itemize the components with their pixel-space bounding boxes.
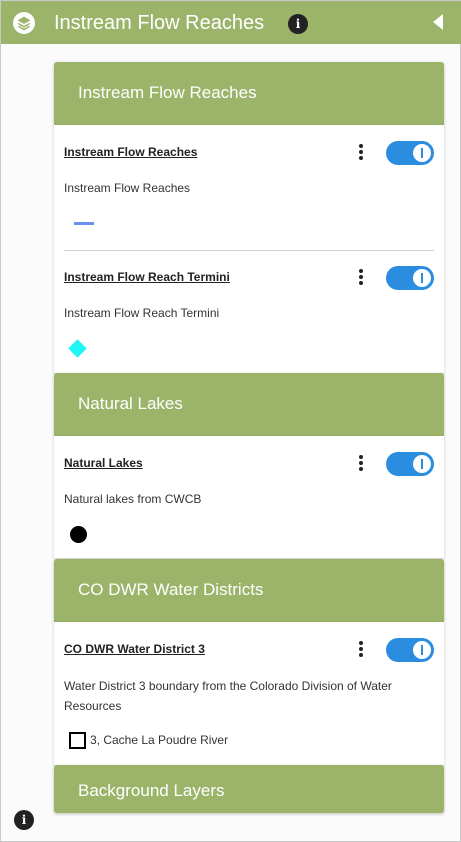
layer-title[interactable]: Natural Lakes [64,456,143,470]
layer-toggle[interactable] [386,638,434,662]
layer-description: Natural lakes from CWCB [64,492,202,506]
section-body-instream-flow-reaches: Instream Flow Reaches Instream Flow Reac… [54,125,444,373]
section-header-instream-flow-reaches[interactable]: Instream Flow Reaches [54,62,444,125]
diamond-legend-icon [68,339,87,358]
section-header-co-dwr-water-districts[interactable]: CO DWR Water Districts [54,559,444,622]
dot-legend-icon [70,526,87,543]
layer-description: Instream Flow Reach Termini [64,306,220,320]
more-options-icon[interactable] [356,455,366,473]
more-options-icon[interactable] [356,641,366,659]
layer-title[interactable]: Instream Flow Reaches [64,145,197,159]
collapse-icon[interactable] [433,14,443,30]
section-header-background-layers[interactable]: Background Layers [54,765,444,813]
section-header-natural-lakes[interactable]: Natural Lakes [54,373,444,436]
legend-label: 3, Cache La Poudre River [90,733,229,747]
panel-title: Instream Flow Reaches [54,12,265,34]
section-title: Background Layers [78,781,225,800]
layers-icon[interactable] [13,12,35,34]
info-icon[interactable]: i [288,14,308,34]
layer-toggle[interactable] [386,452,434,476]
square-legend-icon [69,732,86,749]
section-title: CO DWR Water Districts [78,580,264,599]
divider [64,250,434,251]
section-body-co-dwr-water-districts: CO DWR Water District 3 Water District 3… [54,622,444,765]
panel-header: Instream Flow Reaches i [1,1,461,44]
more-options-icon[interactable] [356,269,366,287]
reach-line-legend-icon [74,222,94,225]
layer-title[interactable]: CO DWR Water District 3 [64,642,205,656]
layers-panel: Instream Flow Reaches i Instream Flow Re… [0,0,461,842]
info-icon[interactable]: i [14,810,34,830]
layer-title[interactable]: Instream Flow Reach Termini [64,270,230,284]
layer-description: Water District 3 boundary from the Color… [64,679,392,713]
layer-toggle[interactable] [386,141,434,165]
section-title: Instream Flow Reaches [78,83,257,102]
section-title: Natural Lakes [78,394,183,413]
more-options-icon[interactable] [356,144,366,162]
layer-description: Instream Flow Reaches [64,181,191,195]
section-body-natural-lakes: Natural Lakes Natural lakes from CWCB [54,436,444,558]
layer-toggle[interactable] [386,266,434,290]
